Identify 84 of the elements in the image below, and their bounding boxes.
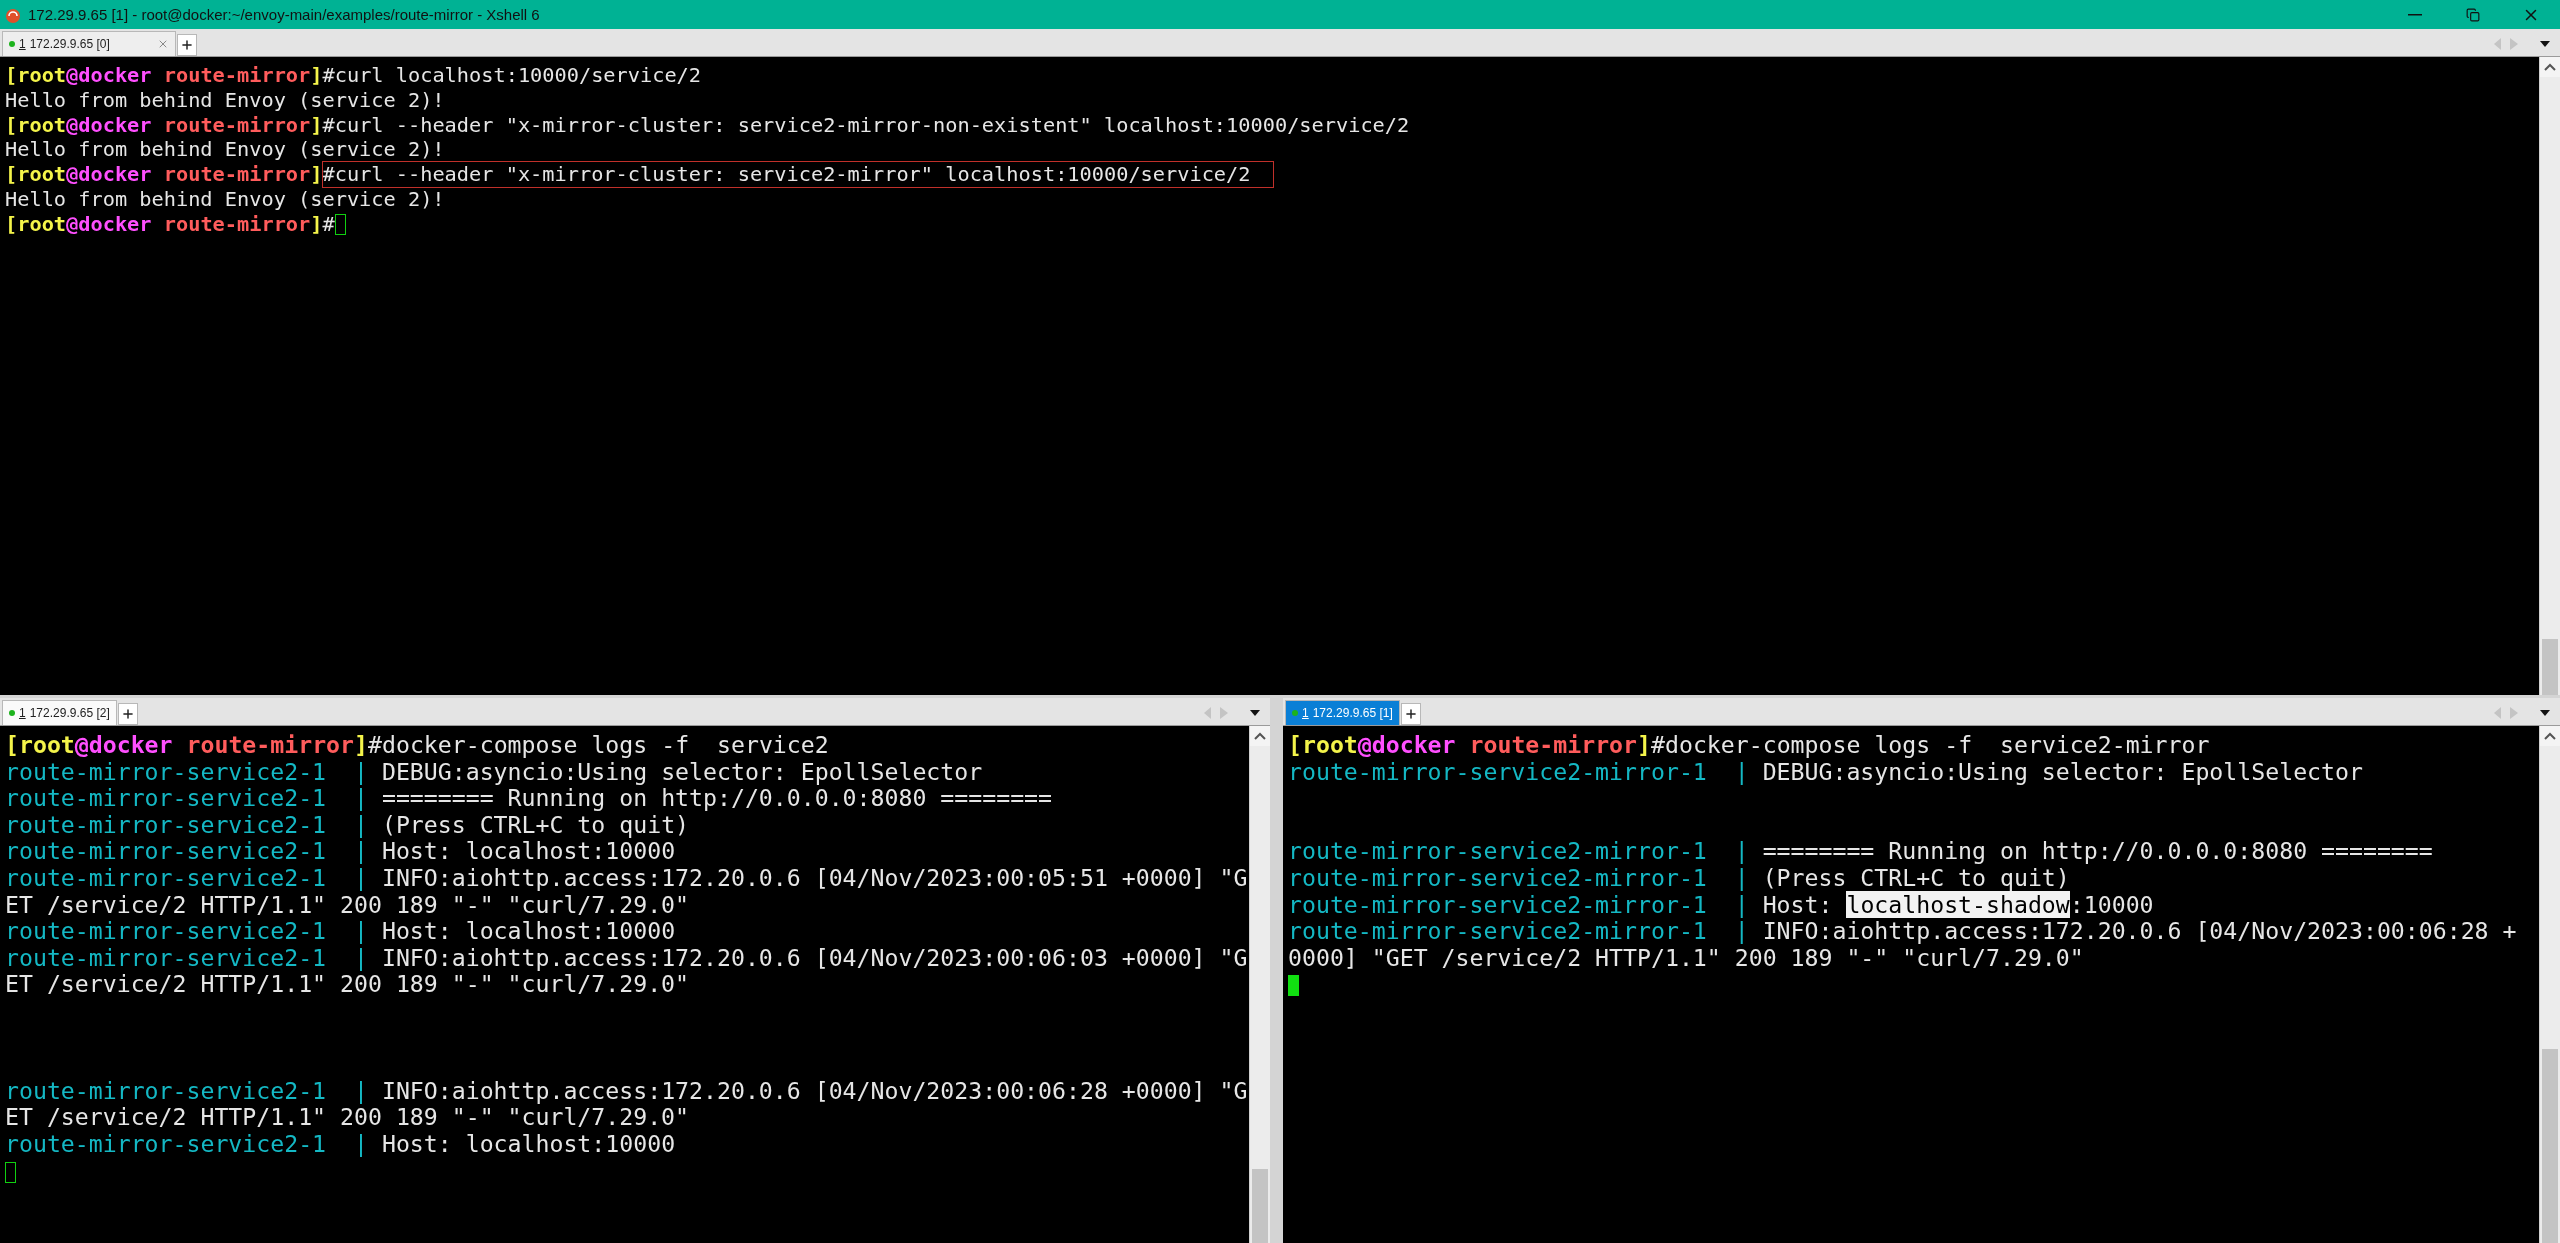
scroll-up-icon[interactable] — [2544, 63, 2556, 71]
log-message: (Press CTRL+C to quit) — [1761, 863, 2070, 891]
scroll-thumb[interactable] — [2542, 1048, 2558, 1243]
log-source: route-mirror-service2-mirror-1 | — [1288, 863, 1749, 891]
scrollbar[interactable] — [2539, 57, 2560, 695]
status-dot-icon — [9, 41, 15, 47]
command-text: #curl localhost:10000/service/2 — [322, 63, 702, 87]
shell-prompt: [root@docker route-mirror] — [5, 731, 368, 758]
log-message: Host: localhost:10000 — [380, 1129, 676, 1157]
terminal-area[interactable] — [1283, 726, 2560, 1243]
log-source: route-mirror-service2-mirror-1 | — [1288, 917, 1749, 945]
terminal-area[interactable] — [0, 726, 1270, 1243]
log-source: route-mirror-service2-1 | — [5, 917, 368, 945]
log-source: route-mirror-service2-mirror-1 | — [1288, 837, 1749, 865]
log-source: route-mirror-service2-1 | — [5, 1129, 368, 1157]
log-message: DEBUG:asyncio:Using selector: EpollSelector — [381, 757, 983, 785]
tab-label: 172.29.9.65 [0] — [29, 37, 110, 51]
shell-prompt: [root@docker route-mirror] — [5, 112, 323, 137]
log-source: route-mirror-service2-1 | — [5, 837, 368, 865]
log-source: route-mirror-service2-1 | — [5, 810, 368, 838]
output-text: 0000] "GET /service/2 HTTP/1.1" 200 189 "-" "curl/7.29.0" — [1288, 943, 2084, 971]
shell-prompt: [root@docker route-mirror] — [1288, 731, 1651, 758]
tab-label: 172.29.9.65 [1] — [1312, 706, 1393, 720]
log-message: ======== Running on http://0.0.0.0:8080 ======== — [1761, 837, 2433, 865]
output-text: ET /service/2 HTTP/1.1" 200 189 "-" "curl/7.29.0" — [5, 1103, 690, 1131]
status-dot-icon — [9, 710, 15, 716]
add-tab-button[interactable] — [177, 34, 197, 56]
dropdown-icon[interactable] — [2540, 710, 2550, 716]
tab-number: 1 — [1302, 706, 1309, 720]
log-message: INFO:aiohttp.access:172.20.0.6 [04/Nov/2023:00:06:28 +0000] "G — [380, 1076, 1248, 1104]
log-message: INFO:aiohttp.access:172.20.0.6 [04/Nov/2023:00:06:03 +0000] "G — [380, 943, 1248, 971]
plus-icon — [120, 707, 135, 721]
shell-prompt: [root@docker route-mirror] — [5, 63, 323, 87]
tab-number: 1 — [19, 37, 26, 51]
output-text: Hello from behind Envoy (service 2)! — [5, 187, 445, 211]
command-text: #curl --header "x-mirror-cluster: service2-mirror-non-existent" localhost:10000/service/2 — [322, 112, 1410, 137]
add-tab-button[interactable] — [117, 703, 138, 725]
log-source: route-mirror-service2-mirror-1 | — [1288, 757, 1749, 785]
log-source: route-mirror-service2-1 | — [5, 863, 368, 891]
shell-prompt: [root@docker route-mirror] — [5, 162, 323, 187]
plus-icon — [1403, 707, 1418, 721]
scroll-up-icon[interactable] — [2544, 732, 2556, 740]
scrollbar[interactable] — [1249, 726, 1270, 1243]
log-source: route-mirror-service2-1 | — [5, 1076, 368, 1104]
log-message: (Press CTRL+C to quit) — [380, 810, 690, 838]
minimize-icon — [2408, 13, 2422, 16]
log-message: Host: localhost:10000 — [380, 917, 676, 945]
dropdown-icon[interactable] — [2540, 41, 2550, 47]
output-text: Hello from behind Envoy (service 2)! — [5, 87, 445, 112]
highlighted-command: #curl --header "x-mirror-cluster: service2-mirror" localhost:10000/service/2 — [322, 162, 1273, 188]
log-message: DEBUG:asyncio:Using selector: EpollSelector — [1762, 757, 2363, 785]
session-tab[interactable]: 1 172.29.9.65 [1] — [1285, 700, 1400, 725]
scroll-thumb[interactable] — [2542, 638, 2558, 695]
shell-prompt: [root@docker route-mirror] — [5, 211, 323, 236]
status-dot-icon — [1292, 710, 1298, 716]
dropdown-icon[interactable] — [1250, 710, 1260, 716]
scrollbar[interactable] — [2539, 726, 2560, 1243]
command-text: #docker-compose logs -f service2 — [368, 731, 829, 758]
restore-icon — [2466, 7, 2480, 22]
add-tab-button[interactable] — [1400, 703, 1421, 725]
session-tab[interactable]: 1 172.29.9.65 [0] — [2, 31, 176, 56]
log-message: Host: localhost:10000 — [380, 837, 676, 865]
log-source: route-mirror-service2-1 | — [5, 943, 368, 971]
log-message: INFO:aiohttp.access:172.20.0.6 [04/Nov/2023:00:06:28 + — [1761, 917, 2517, 945]
session-tab[interactable]: 1 172.29.9.65 [2] — [2, 700, 117, 725]
scroll-thumb[interactable] — [1252, 1169, 1268, 1243]
output-text: ET /service/2 HTTP/1.1" 200 189 "-" "curl/7.29.0" — [5, 890, 690, 918]
log-message: INFO:aiohttp.access:172.20.0.6 [04/Nov/2023:00:05:51 +0000] "G — [380, 863, 1248, 891]
tab-label: 172.29.9.65 [2] — [29, 706, 110, 720]
shell-logo-icon — [4, 6, 22, 23]
log-source: route-mirror-service2-1 | — [5, 757, 368, 785]
log-source: route-mirror-service2-1 | — [5, 784, 368, 812]
output-text: ET /service/2 HTTP/1.1" 200 189 "-" "curl/7.29.0" — [5, 970, 690, 998]
plus-icon — [180, 38, 194, 52]
scroll-up-icon[interactable] — [1254, 732, 1266, 740]
window-title: 172.29.9.65 [1] - root@docker:~/envoy-main/examples/route-mirror - Xshell 6 — [28, 6, 540, 23]
output-text: Hello from behind Envoy (service 2)! — [5, 137, 445, 162]
close-icon[interactable] — [157, 38, 169, 50]
log-source: route-mirror-service2-mirror-1 | — [1288, 890, 1749, 918]
log-message: Host: localhost-shadow:10000 — [1761, 890, 2154, 918]
command-text: # — [322, 211, 335, 236]
tab-number: 1 — [19, 706, 26, 720]
command-text: #docker-compose logs -f service2-mirror — [1651, 731, 2210, 758]
log-message: ======== Running on http://0.0.0.0:8080 ======== — [380, 784, 1052, 812]
